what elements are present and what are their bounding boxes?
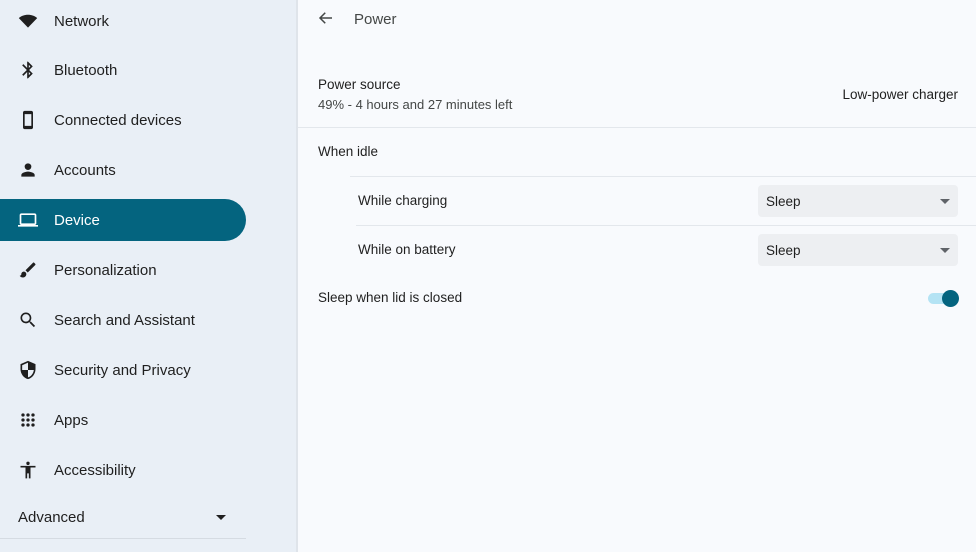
advanced-section-toggle[interactable]: Advanced: [0, 496, 246, 539]
power-source-label: Power source: [318, 77, 401, 92]
when-idle-label: When idle: [318, 144, 379, 159]
sidebar-item-accessibility[interactable]: Accessibility: [0, 449, 246, 491]
arrow-back-icon: [318, 12, 332, 24]
main-content: Power Power source 49% - 4 hours and 27 …: [298, 0, 976, 552]
chevron-down-icon: [216, 514, 226, 520]
battery-status: 49% - 4 hours and 27 minutes left: [318, 97, 513, 112]
person-icon: [18, 160, 38, 180]
toggle-knob: [942, 290, 959, 307]
sleep-lid-closed-toggle[interactable]: [928, 290, 960, 307]
sidebar-item-bluetooth[interactable]: Bluetooth: [0, 49, 246, 91]
while-on-battery-label: While on battery: [358, 242, 456, 257]
divider: [356, 225, 976, 226]
sidebar-item-personalization[interactable]: Personalization: [0, 249, 246, 291]
sidebar-item-label: Accounts: [54, 161, 116, 179]
sleep-lid-closed-label: Sleep when lid is closed: [318, 290, 463, 305]
sidebar-item-label: Device: [54, 211, 100, 229]
page-title: Power: [354, 11, 397, 28]
accessibility-icon: [18, 460, 38, 480]
divider: [350, 176, 976, 177]
sidebar-item-label: Search and Assistant: [54, 311, 195, 329]
sidebar-item-accounts[interactable]: Accounts: [0, 149, 246, 191]
phone-icon: [18, 110, 38, 130]
while-charging-label: While charging: [358, 193, 448, 208]
while-on-battery-select[interactable]: Sleep: [758, 234, 958, 266]
sidebar-item-label: Security and Privacy: [54, 361, 191, 379]
dropdown-arrow-icon: [940, 198, 950, 204]
wifi-icon: [18, 11, 38, 31]
sidebar-item-device[interactable]: Device: [0, 199, 246, 241]
back-button[interactable]: [314, 6, 338, 30]
select-value: Sleep: [766, 242, 801, 258]
search-icon: [18, 310, 38, 330]
sidebar-item-label: Accessibility: [54, 461, 136, 479]
sidebar-item-label: Connected devices: [54, 111, 182, 129]
apps-grid-icon: [18, 410, 38, 430]
sidebar-item-security-and-privacy[interactable]: Security and Privacy: [0, 349, 246, 391]
sidebar-item-search-and-assistant[interactable]: Search and Assistant: [0, 299, 246, 341]
sidebar-item-connected-devices[interactable]: Connected devices: [0, 99, 246, 141]
brush-icon: [18, 260, 38, 280]
divider: [298, 127, 976, 128]
shield-icon: [18, 360, 38, 380]
laptop-icon: [18, 210, 38, 230]
advanced-label: Advanced: [18, 508, 85, 526]
sidebar-item-label: Network: [54, 12, 110, 30]
sidebar-item-label: Bluetooth: [54, 61, 118, 79]
sidebar-item-network[interactable]: Network: [0, 0, 246, 42]
sidebar-item-label: Personalization: [54, 261, 157, 279]
bluetooth-icon: [18, 60, 38, 80]
dropdown-arrow-icon: [940, 247, 950, 253]
select-value: Sleep: [766, 193, 801, 209]
sidebar: Network Bluetooth Connected devices Acco…: [0, 0, 298, 552]
sidebar-item-label: Apps: [54, 411, 89, 429]
while-charging-select[interactable]: Sleep: [758, 185, 958, 217]
power-source-value: Low-power charger: [842, 87, 958, 102]
sidebar-item-apps[interactable]: Apps: [0, 399, 246, 441]
